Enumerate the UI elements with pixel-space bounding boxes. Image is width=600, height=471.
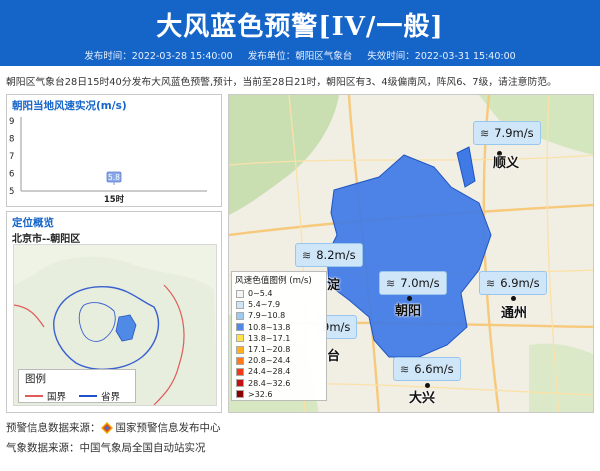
wind-legend-label: 10.8~13.8 [248,322,291,332]
wind-icon: ≋ [386,276,396,290]
publish-time: 发布时间：2022-03-28 15:40:00 [84,51,233,62]
city-fengtai: 台 [327,349,341,364]
wind-legend-item: 5.4~7.9 [232,299,326,310]
wind-label-haidian[interactable]: ≋ 8.2m/s [295,243,363,267]
wind-legend-item: 28.4~32.6 [232,378,326,389]
wind-legend-swatch [236,289,244,298]
warning-source: 预警信息数据来源： 国家预警信息发布中心 [6,421,221,434]
wind-legend-label: 7.9~10.8 [248,311,286,321]
wind-legend-swatch [236,367,244,376]
wind-panel-title: 朝阳当地风速实况(m/s) [12,100,127,112]
city-daxing: 大兴 [409,391,436,406]
wind-legend-label: 17.1~20.8 [248,345,291,355]
district-wind-map[interactable]: ≋ 7.9m/s ≋ 8.2m/s ≋ 7.0m/s ≋ 6.9m/s 9m/s… [228,94,594,413]
overview-legend-title: 图例 [25,373,46,385]
overview-legend: 图例 国界 省界 [18,369,136,403]
wind-label-chaoyang[interactable]: ≋ 7.0m/s [379,271,447,295]
wind-legend-label: 13.8~17.1 [248,333,291,343]
data-label: 5.8 [108,173,120,182]
national-border-swatch [25,395,43,397]
location-panel-title: 定位概览 [12,217,54,229]
city-haidian: 淀 [327,278,341,293]
legend-national-border: 国界 [25,389,66,403]
wind-legend-label: 5.4~7.9 [248,300,281,310]
warning-header: 大风蓝色预警[IV/一般] 发布时间：2022-03-28 15:40:00 发… [0,0,600,66]
wind-label-tongzhou[interactable]: ≋ 6.9m/s [479,271,547,295]
wind-legend-item: 10.8~13.8 [232,322,326,333]
wind-legend-label: 0~5.4 [248,289,273,299]
warning-description: 朝阳区气象台28日15时40分发布大风蓝色预警,预计，当前至28日21时，朝阳区… [6,77,557,88]
y-tick-label: 7 [9,152,14,162]
city-tongzhou: 通州 [501,306,528,321]
wind-legend-swatch [236,311,244,320]
wind-legend-swatch [236,356,244,365]
wind-legend-swatch [236,334,244,343]
overview-map[interactable]: 图例 国界 省界 [13,244,217,406]
city-dot [511,296,516,301]
wind-legend-item: 17.1~20.8 [232,344,326,355]
wind-legend-label: 20.8~24.4 [248,356,291,366]
wind-legend-swatch [236,323,244,332]
wind-legend-swatch [236,300,244,309]
wind-icon: ≋ [480,126,490,140]
wind-speed-chart: 5 6 7 8 9 15时 5.8 [9,117,207,205]
wind-color-legend: 风速色值图例 (m/s) 0~5.4 5.4~7.9 7.9~10.8 10.8~13… [231,271,327,401]
y-tick-label: 9 [9,117,14,127]
legend-province-border: 省界 [79,389,120,403]
y-tick-label: 6 [9,170,14,180]
wind-speed-panel: 朝阳当地风速实况(m/s) 5 6 7 8 9 15时 5.8 [6,94,222,207]
wind-label-daxing[interactable]: ≋ 6.6m/s [393,357,461,381]
wind-legend-item: 7.9~10.8 [232,310,326,321]
location-panel: 定位概览 北京市--朝阳区 图例 国界 省界 [6,211,222,413]
wind-label-shunyi[interactable]: ≋ 7.9m/s [473,121,541,145]
wind-legend-label: >32.6 [248,389,273,399]
wind-legend-item: 0~5.4 [232,288,326,299]
publisher: 发布单位：朝阳区气象台 [247,51,353,62]
weather-source: 气象数据来源：中国气象局全国自动站实况 [6,442,206,454]
wind-legend-swatch [236,379,244,388]
y-tick-label: 5 [9,187,14,197]
x-tick-label: 15时 [104,194,125,205]
expire-time: 失效时间：2022-03-31 15:40:00 [367,51,516,62]
wind-legend-item: >32.6 [232,389,326,400]
location-name: 北京市--朝阳区 [12,234,81,245]
y-tick-label: 8 [9,135,14,145]
wind-legend-label: 28.4~32.6 [248,378,291,388]
city-chaoyang: 朝阳 [395,304,422,319]
city-shunyi: 顺义 [493,156,520,171]
wind-icon: ≋ [302,248,312,262]
wind-legend-item: 20.8~24.4 [232,355,326,366]
province-border-swatch [79,395,97,397]
wind-legend-label: 24.4~28.4 [248,367,291,377]
wind-legend-swatch [236,390,244,399]
wind-legend-title: 风速色值图例 (m/s) [235,276,312,286]
warning-title: 大风蓝色预警[IV/一般] [156,12,444,42]
wind-icon: ≋ [400,362,410,376]
warning-meta: 发布时间：2022-03-28 15:40:00 发布单位：朝阳区气象台 失效时… [0,48,600,62]
wind-icon: ≋ [486,276,496,290]
wind-legend-item: 13.8~17.1 [232,333,326,344]
wind-legend-swatch [236,345,244,354]
warning-center-logo-icon [100,421,113,434]
wind-legend-item: 24.4~28.4 [232,366,326,377]
